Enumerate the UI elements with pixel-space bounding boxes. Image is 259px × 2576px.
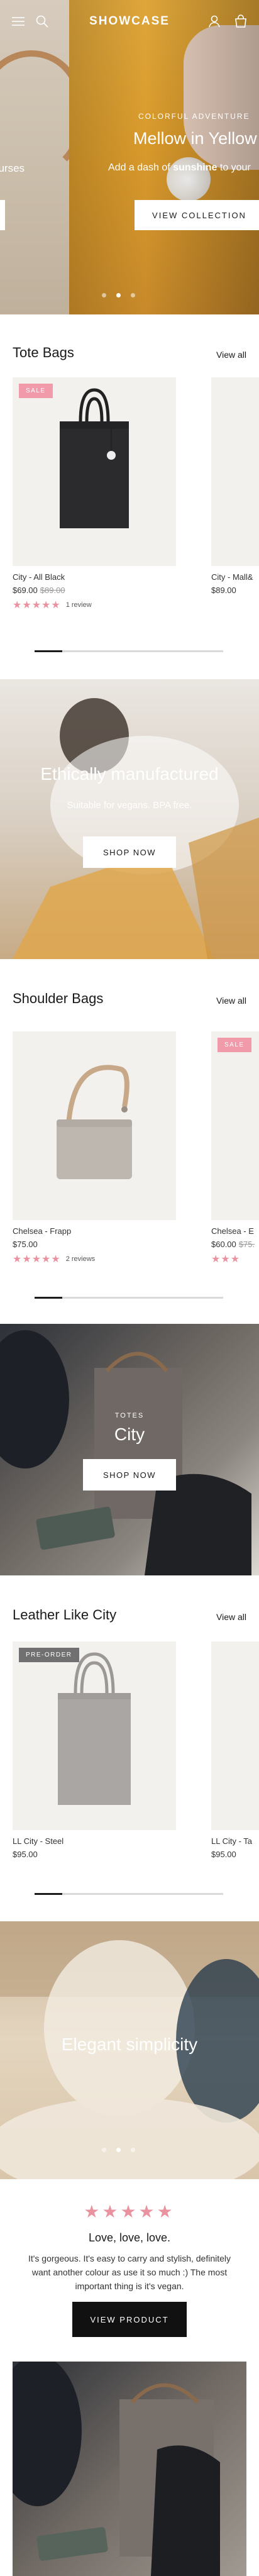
product-rating: ★★★★★ 2 reviews — [13, 1253, 176, 1265]
review-stars: ★★★★★ — [84, 2202, 175, 2221]
product-name[interactable]: Chelsea - E — [211, 1226, 259, 1236]
scrollbar-thumb[interactable] — [35, 1893, 62, 1895]
slide-dot[interactable] — [102, 2148, 106, 2152]
totes-banner: TOTES City SHOP NOW — [0, 1324, 259, 1575]
product-price: $69.00 $89.00 — [13, 586, 176, 595]
product-rating: ★★★★★ 1 review — [13, 599, 176, 611]
view-product-button[interactable]: VIEW PRODUCT — [72, 2302, 187, 2337]
product-card[interactable]: SALE City - All Black $69.00 $89.00 ★★★★★… — [13, 377, 176, 611]
review-title: Love, love, love. — [88, 2231, 171, 2244]
scrollbar-thumb[interactable] — [35, 1297, 62, 1299]
product-card[interactable]: SALE Chelsea - E $60.00 $75. ★★★ — [211, 1031, 259, 1265]
product-image[interactable] — [211, 377, 259, 566]
search-icon[interactable] — [33, 12, 52, 31]
product-name[interactable]: City - All Black — [13, 572, 176, 582]
hero-desc-part: Add a dash of — [108, 162, 174, 173]
site-header: SHOWCASE — [0, 0, 259, 43]
product-name[interactable]: LL City - Ta — [211, 1836, 259, 1846]
shoulder-bags-view-all-link[interactable]: View all — [216, 996, 246, 1006]
product-card[interactable]: PRE-ORDER LL City - Steel $95.00 — [13, 1641, 176, 1859]
ethical-banner: Ethically manufactured Suitable for vega… — [0, 679, 259, 959]
product-image[interactable]: SALE — [211, 1031, 259, 1220]
product-rating: ★★★ — [211, 1253, 259, 1265]
product-name[interactable]: Chelsea - Frapp — [13, 1226, 176, 1236]
taupe-shoulder-bag-image — [57, 1065, 132, 1179]
totes-banner-kicker: TOTES — [114, 1412, 145, 1419]
product-price: $95.00 — [13, 1850, 38, 1859]
product-card[interactable]: City - Mall& $89.00 — [211, 377, 259, 595]
elegant-banner-title: Elegant simplicity — [61, 2035, 198, 2054]
product-name[interactable]: LL City - Steel — [13, 1836, 176, 1846]
product-image[interactable] — [211, 1641, 259, 1830]
view-collection-button[interactable]: VIEW COLLECTION — [135, 200, 259, 230]
slide-dot[interactable] — [102, 293, 106, 297]
elegant-banner: Elegant simplicity — [0, 1921, 259, 2179]
rating-stars: ★★★ — [211, 1254, 241, 1265]
product-price: $89.00 — [211, 586, 236, 595]
carousel-scrollbar[interactable] — [35, 650, 223, 652]
ethical-banner-image — [13, 698, 259, 959]
slide-dot-active[interactable] — [116, 2148, 121, 2152]
review-text: It's gorgeous. It's easy to carry and st… — [28, 2253, 231, 2291]
leather-like-view-all-link[interactable]: View all — [216, 1612, 246, 1622]
rating-stars: ★★★★★ — [13, 600, 61, 611]
elegant-slide-dots — [102, 2148, 135, 2152]
product-image[interactable]: SALE — [13, 377, 176, 566]
hero-desc-bold: sunshine — [173, 162, 218, 173]
black-tote-bag-image — [60, 388, 129, 528]
totes-shop-now-button[interactable]: SHOP NOW — [83, 1459, 176, 1491]
sale-badge: SALE — [218, 1038, 251, 1052]
product-price: $95.00 — [211, 1850, 236, 1859]
product-price: $75.00 — [13, 1240, 38, 1249]
hero-slide-dots — [102, 293, 135, 297]
carousel-scrollbar[interactable] — [35, 1297, 223, 1299]
user-icon[interactable] — [205, 12, 224, 31]
totes-banner-title: City — [114, 1424, 145, 1444]
sale-price: $60.00 — [211, 1240, 236, 1249]
hero-slideshow: ourses COLORFUL ADVENTURE Mellow in Yell… — [0, 0, 259, 314]
slide-dot-active[interactable] — [116, 293, 121, 297]
compare-price: $89.00 — [40, 586, 65, 595]
slide-dot[interactable] — [131, 293, 135, 297]
ethical-banner-title: Ethically manufactured — [40, 764, 219, 784]
totes-banner-image — [0, 1330, 251, 1575]
product-card[interactable]: Chelsea - Frapp $75.00 ★★★★★ 2 reviews — [13, 1031, 176, 1265]
rating-stars: ★★★★★ — [13, 1254, 61, 1265]
product-price: $60.00 $75. — [211, 1240, 259, 1249]
product-name[interactable]: City - Mall& — [211, 572, 259, 582]
leather-like-title: Leather Like City — [13, 1607, 117, 1623]
hamburger-menu-icon[interactable] — [9, 12, 28, 31]
review-photo — [13, 2362, 220, 2576]
pre-order-badge: PRE-ORDER — [19, 1648, 79, 1662]
product-image[interactable] — [13, 1031, 176, 1220]
product-card[interactable]: LL City - Ta $95.00 — [211, 1641, 259, 1859]
cart-icon[interactable] — [231, 12, 250, 31]
hero-shade-overlay — [69, 0, 259, 314]
page: SHOWCASE ourses COLORFUL ADVENTURE Mello… — [0, 0, 259, 2576]
scrollbar-thumb[interactable] — [35, 650, 62, 652]
compare-price: $75. — [238, 1240, 255, 1249]
review-count: 1 review — [65, 601, 92, 609]
sale-price: $69.00 — [13, 586, 38, 595]
hero-prev-slide-text: ourses — [0, 162, 25, 174]
shoulder-bags-title: Shoulder Bags — [13, 991, 104, 1006]
tote-bags-view-all-link[interactable]: View all — [216, 350, 246, 360]
ethical-banner-subtitle: Suitable for vegans. BPA free. — [67, 800, 192, 811]
hero-desc-part: to your — [217, 162, 251, 173]
review-count: 2 reviews — [65, 1255, 96, 1263]
hero-prev-slide-button[interactable] — [0, 200, 5, 230]
carousel-scrollbar[interactable] — [35, 1893, 223, 1895]
hero-description: Add a dash of sunshine to your — [108, 162, 251, 174]
steel-tote-bag-image — [58, 1652, 131, 1805]
slide-dot[interactable] — [131, 2148, 135, 2152]
ethical-shop-now-button[interactable]: SHOP NOW — [83, 836, 176, 868]
hero-title: Mellow in Yellow — [133, 129, 257, 148]
hero-kicker: COLORFUL ADVENTURE — [138, 112, 250, 121]
review-product-image — [13, 2362, 246, 2576]
product-image[interactable]: PRE-ORDER — [13, 1641, 176, 1830]
tote-bags-title: Tote Bags — [13, 345, 74, 360]
sale-badge: SALE — [19, 384, 53, 398]
